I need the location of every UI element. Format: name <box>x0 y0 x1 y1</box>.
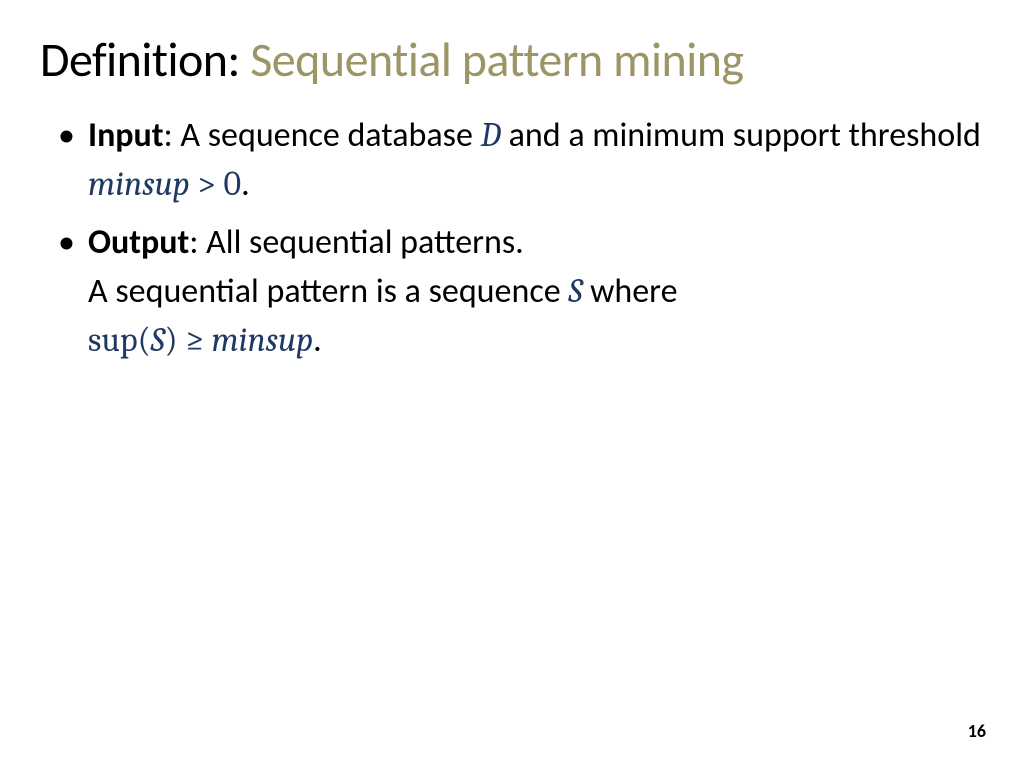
input-text-2: and a minimum support threshold <box>501 115 981 156</box>
slide-content: Input: A sequence database D and a minim… <box>40 111 984 365</box>
slide-title: Definition: Sequential pattern mining <box>40 30 984 89</box>
bullet-input: Input: A sequence database D and a minim… <box>46 111 984 210</box>
input-var-minsup: minsup <box>88 164 190 204</box>
input-op-gt: > <box>190 164 224 204</box>
input-num-zero: 0 <box>224 164 242 204</box>
output-paren-open: ( <box>138 320 151 360</box>
output-op-geq: ≥ <box>178 320 212 360</box>
input-text-1: : A sequence database <box>164 115 481 156</box>
bullet-output: Output: All sequential patterns. A seque… <box>46 218 984 366</box>
slide: Definition: Sequential pattern mining In… <box>0 0 1024 768</box>
output-line2-a: A sequential pattern is a sequence <box>88 271 568 312</box>
input-var-d: D <box>481 115 501 155</box>
output-arg-s: S <box>151 320 165 360</box>
output-paren-close: ) <box>165 320 178 360</box>
output-var-s: S <box>568 271 582 311</box>
title-prefix: Definition: <box>40 30 240 89</box>
title-main: Sequential pattern mining <box>240 30 744 89</box>
output-text-1: : All sequential patterns. <box>189 222 523 263</box>
output-text-after: . <box>313 320 322 361</box>
output-line2-b: where <box>582 271 677 312</box>
output-rhs-minsup: minsup <box>211 320 313 360</box>
output-func-sup: sup <box>88 320 138 360</box>
output-label: Output <box>88 222 189 263</box>
page-number: 16 <box>968 720 986 742</box>
input-text-3: . <box>241 164 250 205</box>
input-label: Input <box>88 115 164 156</box>
bullet-list: Input: A sequence database D and a minim… <box>46 111 984 365</box>
